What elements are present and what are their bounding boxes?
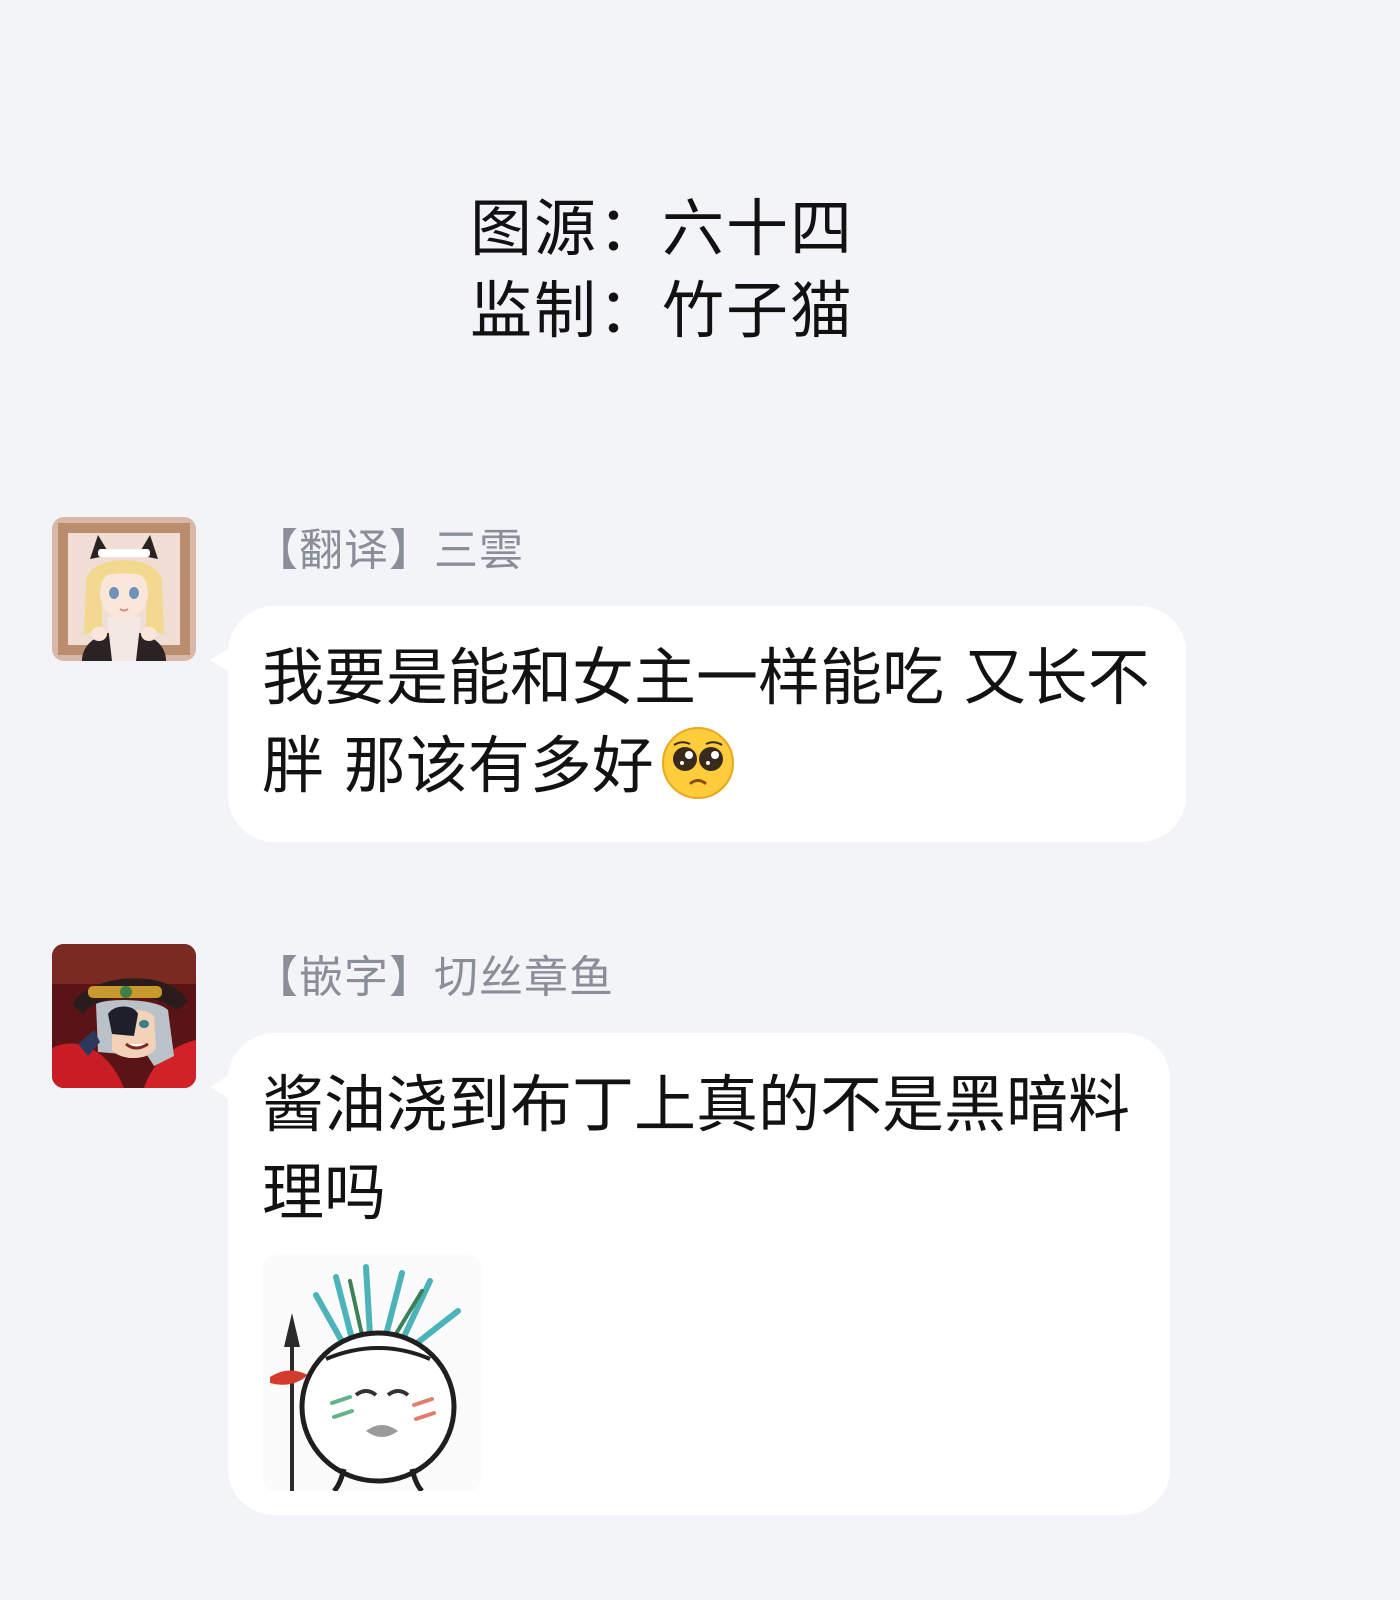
avatar-translator[interactable] <box>52 517 196 661</box>
message-text: 我要是能和女主一样能吃 又长不胖 那该有多好 <box>262 634 1156 810</box>
credit-supervisor: 监制：竹子猫 <box>470 274 855 347</box>
bubble-tail <box>210 1073 232 1101</box>
credit-source: 图源：六十四 <box>470 192 855 265</box>
cat-maid-avatar-icon <box>52 517 196 661</box>
pirate-hat-avatar-icon <box>52 944 196 1088</box>
bubble-tail <box>210 646 232 674</box>
onion-head-spear-sticker[interactable] <box>262 1255 482 1491</box>
message-bubble[interactable]: 酱油浇到布丁上真的不是黑暗料理吗 <box>210 1033 1170 1515</box>
message-text: 酱油浇到布丁上真的不是黑暗料理吗 <box>262 1068 1131 1229</box>
avatar-typesetter[interactable] <box>52 944 196 1088</box>
sender-name[interactable]: 【翻译】三雲 <box>254 514 524 578</box>
sender-name[interactable]: 【嵌字】切丝章鱼 <box>254 941 614 1005</box>
sticker-image <box>262 1255 482 1491</box>
pleading-face-emoji-icon <box>661 727 734 799</box>
message-bubble[interactable]: 我要是能和女主一样能吃 又长不胖 那该有多好 <box>210 606 1186 842</box>
credits-block: 图源：六十四 监制：竹子猫 <box>470 188 854 352</box>
